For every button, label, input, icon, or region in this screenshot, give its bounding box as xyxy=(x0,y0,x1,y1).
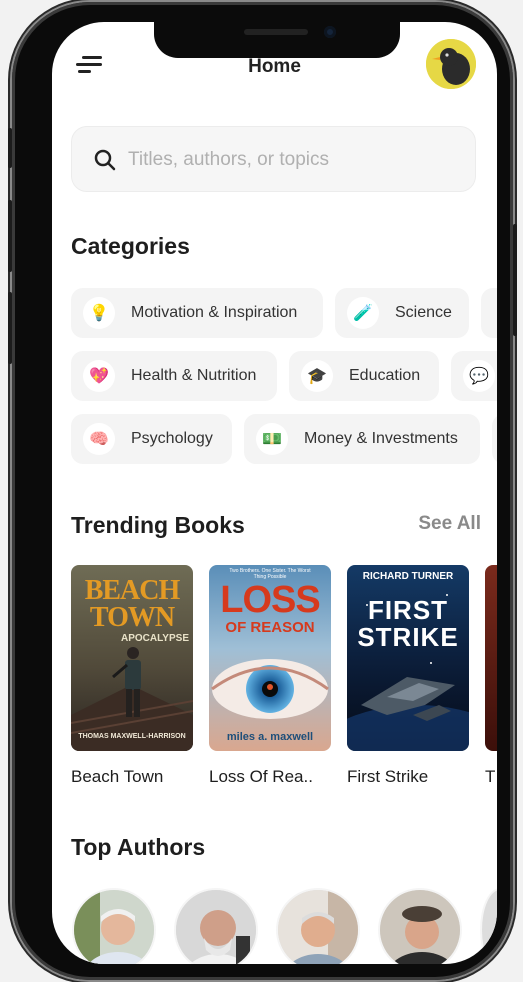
category-chip-science[interactable]: 🧪 Science xyxy=(335,288,469,338)
book-cover-author: RICHARD TURNER xyxy=(362,571,454,582)
book-title[interactable]: Beach Town xyxy=(71,767,163,787)
book-cover-title: BEACH TOWN xyxy=(84,575,181,633)
book-cover-title: FIRST STRIKE xyxy=(357,595,459,652)
power-button xyxy=(513,224,517,336)
money-icon: 💵 xyxy=(256,423,288,455)
category-chip-education[interactable]: 🎓 Education xyxy=(289,351,439,401)
book-cover-author: miles a. maxwell xyxy=(226,731,314,743)
author-avatar-partial[interactable] xyxy=(480,888,497,964)
phone-frame: Home Titles, authors, or topics Categori… xyxy=(8,2,517,980)
heart-icon: 💖 xyxy=(83,360,115,392)
speaker xyxy=(244,29,308,35)
book-cover-first-strike[interactable]: RICHARD TURNER FIRST STRIKE xyxy=(347,565,469,751)
user-avatar[interactable] xyxy=(426,39,476,89)
book-title[interactable]: T xyxy=(485,767,495,787)
author-avatar[interactable] xyxy=(378,888,462,964)
book-cover-beach-town[interactable]: BEACH TOWN APOCALYPSE THOMAS MAXWELL-HAR… xyxy=(71,565,193,751)
category-label: Science xyxy=(395,304,452,321)
category-label: Money & Investments xyxy=(304,430,458,447)
brain-icon: 🧠 xyxy=(83,423,115,455)
category-chip-motivation[interactable]: 💡 Motivation & Inspiration xyxy=(71,288,323,338)
lightbulb-icon: 💡 xyxy=(83,297,115,329)
category-label: Education xyxy=(349,367,421,384)
camera xyxy=(324,26,336,38)
category-label: Health & Nutrition xyxy=(131,367,257,384)
mute-switch xyxy=(8,128,12,168)
flask-icon: 🧪 xyxy=(347,297,379,329)
author-avatar[interactable] xyxy=(174,888,258,964)
category-chip-partial[interactable]: 💬 xyxy=(451,351,497,401)
book-title[interactable]: First Strike xyxy=(347,767,428,787)
category-chip-partial[interactable] xyxy=(481,288,497,338)
category-label: Psychology xyxy=(131,430,213,447)
search-icon xyxy=(94,149,116,171)
volume-up-button xyxy=(8,200,12,272)
author-avatar[interactable] xyxy=(72,888,156,964)
book-cover-subtitle: APOCALYPSE xyxy=(121,633,189,644)
see-all-link[interactable]: See All xyxy=(418,513,481,535)
notch xyxy=(154,22,400,58)
book-cover-partial[interactable] xyxy=(485,565,497,751)
app-screen: Home Titles, authors, or topics Categori… xyxy=(52,22,497,964)
search-input[interactable]: Titles, authors, or topics xyxy=(128,149,329,171)
trending-books-heading: Trending Books xyxy=(71,512,245,538)
book-cover-title: LOSS xyxy=(220,579,320,621)
top-authors-heading: Top Authors xyxy=(71,834,206,860)
category-chip-psychology[interactable]: 🧠 Psychology xyxy=(71,414,232,464)
category-label: Motivation & Inspiration xyxy=(131,304,298,321)
book-cover-author: THOMAS MAXWELL-HARRISON xyxy=(78,733,186,740)
categories-heading: Categories xyxy=(71,233,190,259)
book-title[interactable]: Loss Of Rea.. xyxy=(209,767,313,787)
book-cover-loss-of-reason[interactable]: Two Brothers. One Sister. The Worst Thin… xyxy=(209,565,331,751)
author-avatar[interactable] xyxy=(276,888,360,964)
search-bar[interactable]: Titles, authors, or topics xyxy=(71,126,476,192)
category-chip-health[interactable]: 💖 Health & Nutrition xyxy=(71,351,277,401)
book-cover-subtitle: OF REASON xyxy=(225,619,315,636)
category-chip-money[interactable]: 💵 Money & Investments xyxy=(244,414,480,464)
chat-bubble-icon: 💬 xyxy=(463,360,495,392)
graduation-cap-icon: 🎓 xyxy=(301,360,333,392)
volume-down-button xyxy=(8,292,12,364)
category-chip-partial[interactable] xyxy=(492,414,497,464)
